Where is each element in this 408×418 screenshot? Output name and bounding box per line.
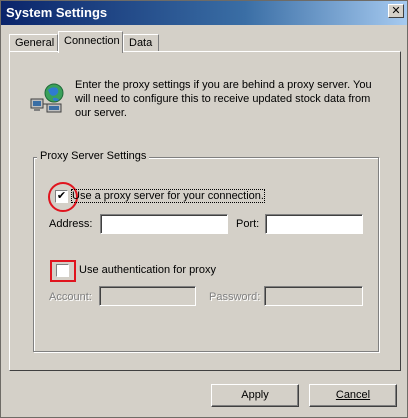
system-settings-window: System Settings ✕ General Connection Dat…: [0, 0, 408, 418]
tab-general[interactable]: General: [9, 34, 58, 52]
connection-tab-panel: Enter the proxy settings if you are behi…: [9, 51, 401, 371]
password-label: Password:: [209, 291, 261, 303]
apply-button-label: Apply: [241, 389, 269, 401]
use-auth-label[interactable]: Use authentication for proxy: [79, 264, 216, 276]
title-bar[interactable]: System Settings ✕: [1, 1, 407, 25]
tab-data[interactable]: Data: [123, 34, 159, 52]
network-globe-icon: [30, 83, 64, 113]
tab-connection-label: Connection: [64, 35, 120, 47]
address-input[interactable]: [100, 214, 228, 234]
tab-connection[interactable]: Connection: [58, 31, 123, 53]
close-button[interactable]: ✕: [388, 4, 404, 18]
tab-data-label: Data: [129, 37, 153, 49]
group-legend: Proxy Server Settings: [37, 150, 150, 162]
use-proxy-checkbox[interactable]: ✔: [55, 190, 68, 203]
close-icon: ✕: [391, 5, 401, 17]
address-label: Address:: [49, 218, 93, 230]
window-title: System Settings: [6, 5, 108, 20]
password-input[interactable]: [264, 286, 363, 306]
use-proxy-label[interactable]: Use a proxy server for your connection.: [71, 189, 265, 203]
apply-button[interactable]: Apply: [211, 384, 299, 407]
port-label: Port:: [236, 218, 260, 230]
checkmark-icon: ✔: [56, 190, 67, 202]
account-label: Account:: [49, 291, 92, 303]
account-input[interactable]: [99, 286, 196, 306]
tab-general-label: General: [15, 37, 55, 49]
proxy-server-settings-group: Proxy Server Settings ✔ Use a proxy serv…: [33, 150, 379, 352]
port-input[interactable]: [265, 214, 363, 234]
cancel-button-label: Cancel: [335, 389, 371, 401]
cancel-button[interactable]: Cancel: [309, 384, 397, 407]
use-auth-checkbox[interactable]: [56, 264, 69, 277]
proxy-info-text: Enter the proxy settings if you are behi…: [75, 79, 372, 119]
